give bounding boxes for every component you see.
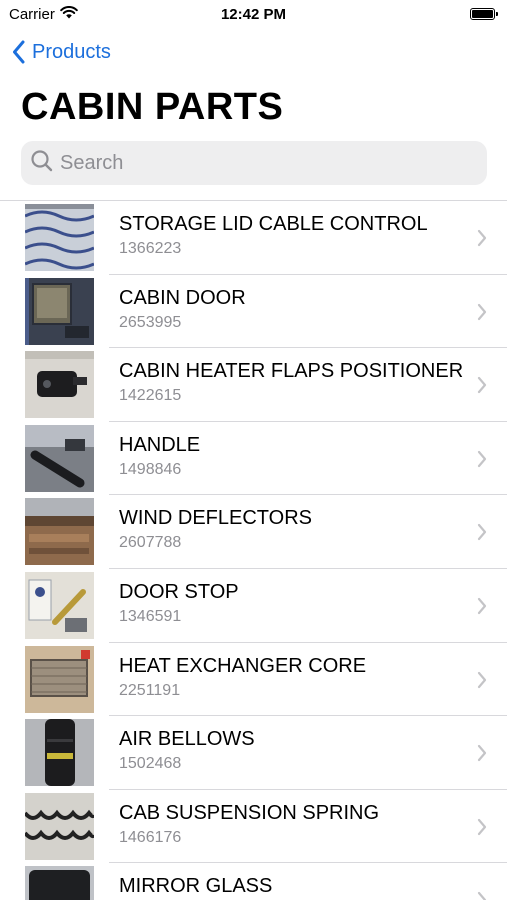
product-thumbnail [25, 645, 94, 713]
list-item[interactable]: HEAT EXCHANGER CORE 2251191 [0, 643, 507, 717]
chevron-right-icon [477, 450, 487, 473]
product-name: AIR BELLOWS [119, 728, 255, 751]
search-icon [30, 149, 54, 178]
product-thumbnail [25, 719, 94, 787]
list-item[interactable]: CAB SUSPENSION SPRING 1466176 [0, 790, 507, 864]
status-bar: Carrier 12:42 PM [0, 0, 507, 30]
list-item[interactable]: AIR BELLOWS 1502468 [0, 716, 507, 790]
product-code: 1466176 [119, 828, 182, 846]
clock: 12:42 PM [220, 6, 287, 23]
product-name: CABIN HEATER FLAPS POSITIONER [119, 360, 464, 383]
list-item[interactable]: WIND DEFLECTORS 2607788 [0, 495, 507, 569]
search-bar[interactable] [21, 141, 487, 185]
page-title: CABIN PARTS [21, 86, 284, 128]
product-name: MIRROR GLASS [119, 875, 273, 898]
product-name: HEAT EXCHANGER CORE [119, 654, 367, 677]
product-name: CABIN DOOR [119, 286, 246, 309]
product-thumbnail [25, 792, 94, 860]
chevron-right-icon [477, 303, 487, 326]
chevron-right-icon [477, 671, 487, 694]
product-thumbnail [25, 277, 94, 345]
product-thumbnail [25, 204, 94, 271]
product-name: STORAGE LID CABLE CONTROL [119, 213, 428, 235]
product-code: 2653995 [119, 313, 182, 331]
product-name: CAB SUSPENSION SPRING [119, 801, 380, 824]
product-thumbnail [25, 351, 94, 419]
chevron-right-icon [477, 597, 487, 620]
product-thumbnail [25, 866, 94, 900]
product-thumbnail [25, 571, 94, 639]
search-input[interactable] [60, 151, 460, 175]
product-code: 1502468 [119, 755, 182, 773]
back-button[interactable]: Products [12, 38, 111, 66]
product-code: 1346591 [119, 607, 182, 625]
product-code: 2607788 [119, 534, 182, 552]
chevron-right-icon [477, 818, 487, 841]
list-item[interactable]: HANDLE 1498846 [0, 422, 507, 496]
back-button-label: Products [32, 40, 111, 63]
product-code: 2251191 [119, 681, 181, 699]
list-item[interactable]: STORAGE LID CABLE CONTROL 1366223 [0, 201, 507, 275]
product-code: 1498846 [119, 460, 182, 478]
product-name: DOOR STOP [119, 580, 239, 603]
list-item[interactable]: CABIN HEATER FLAPS POSITIONER 1422615 [0, 348, 507, 422]
product-code: 1422615 [119, 387, 182, 405]
product-list: STORAGE LID CABLE CONTROL 1366223 CABIN … [0, 200, 507, 900]
product-name: HANDLE [119, 433, 201, 456]
chevron-right-icon [477, 523, 487, 546]
product-name: WIND DEFLECTORS [119, 507, 312, 530]
product-thumbnail [25, 498, 94, 566]
product-thumbnail [25, 424, 94, 492]
list-item[interactable]: CABIN DOOR 2653995 [0, 275, 507, 349]
chevron-right-icon [477, 744, 487, 767]
list-item[interactable]: DOOR STOP 1346591 [0, 569, 507, 643]
chevron-right-icon [477, 229, 487, 252]
chevron-right-icon [477, 376, 487, 399]
list-item[interactable]: MIRROR GLASS [0, 863, 507, 900]
product-code: 1366223 [119, 240, 182, 257]
battery-icon [470, 8, 498, 20]
chevron-left-icon [12, 40, 26, 64]
chevron-right-icon [477, 891, 487, 900]
